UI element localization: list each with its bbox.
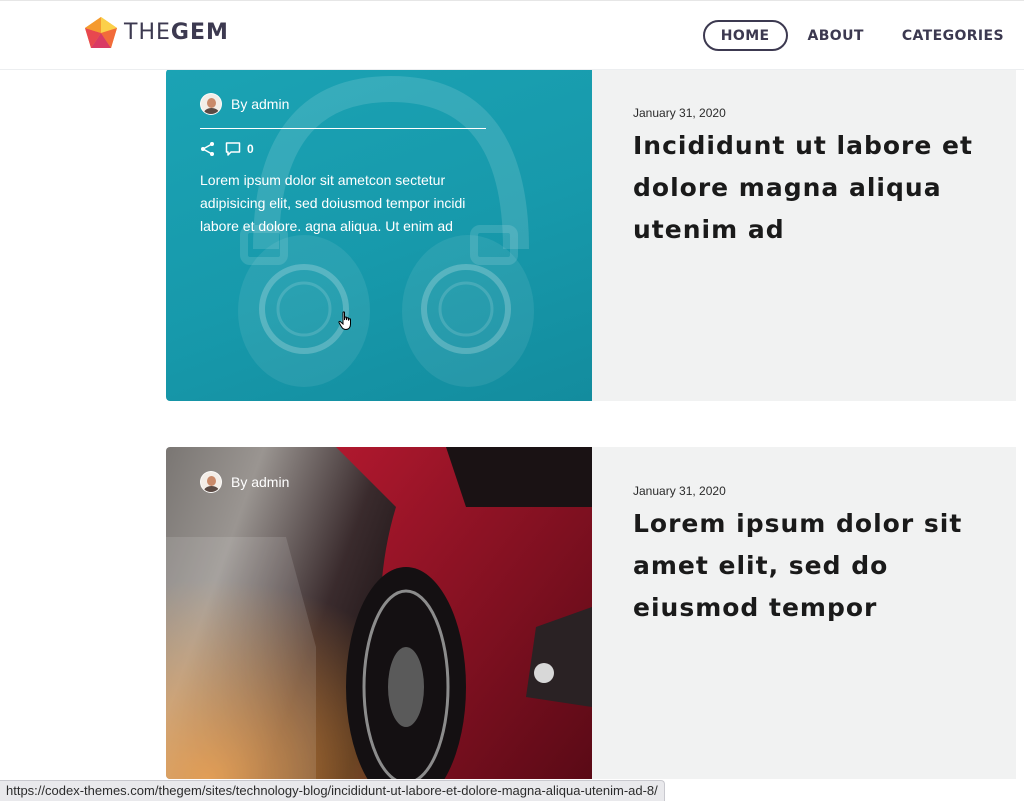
nav-about[interactable]: ABOUT [808,28,864,44]
post-actions: 0 [200,141,254,157]
gem-logo-icon [85,17,117,48]
logo-text: THEGEM [124,22,229,44]
post-author[interactable]: By admin [231,96,289,112]
post-text-panel: January 31, 2020 Lorem ipsum dolor sit a… [592,447,1016,779]
browser-status-url: https://codex-themes.com/thegem/sites/te… [0,780,665,801]
comment-count[interactable]: 0 [247,142,254,156]
post-title[interactable]: Lorem ipsum dolor sit amet elit, sed do … [633,503,993,629]
post-date: January 31, 2020 [633,484,726,498]
nav-home[interactable]: HOME [702,20,788,51]
hand-cursor-icon [338,311,351,331]
comment-icon[interactable] [225,141,241,157]
post-date: January 31, 2020 [633,106,726,120]
post-title[interactable]: Incididunt ut labore et dolore magna ali… [633,125,993,251]
avatar [200,93,222,115]
divider [200,128,486,129]
share-icon[interactable] [200,141,216,157]
main-nav: HOME ABOUT CATEGORIES [702,20,1004,51]
nav-categories[interactable]: CATEGORIES [902,28,1004,44]
post-image-car[interactable]: By admin [166,447,592,779]
logo[interactable]: THEGEM [84,15,229,51]
avatar [200,471,222,493]
post-author[interactable]: By admin [231,474,289,490]
logo-text-bold: GEM [170,20,229,45]
site-header: THEGEM HOME ABOUT CATEGORIES [0,0,1024,70]
car-image [166,447,592,779]
logo-text-light: THE [124,20,171,45]
post-meta: By admin [200,471,289,493]
post-meta: By admin [200,93,289,115]
post-card: By admin January 31, 2020 Lorem ipsum do… [166,447,1016,779]
post-text-panel: January 31, 2020 Incididunt ut labore et… [592,69,1016,401]
post-excerpt: Lorem ipsum dolor sit ametcon sectetur a… [200,172,466,234]
post-card: By admin 0 Lorem ipsum dolor sit ametcon… [166,69,1016,401]
post-image-headphones[interactable]: By admin 0 Lorem ipsum dolor sit ametcon… [166,69,592,401]
